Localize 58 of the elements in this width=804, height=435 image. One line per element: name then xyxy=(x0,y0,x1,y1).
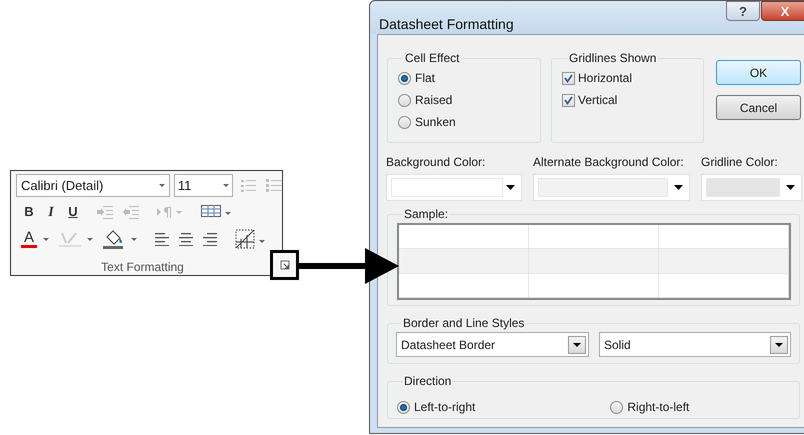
checkmark-icon xyxy=(564,96,573,104)
gridlines-icon[interactable] xyxy=(201,205,231,219)
group-title: Border and Line Styles xyxy=(402,315,526,332)
caret-icon[interactable] xyxy=(222,184,229,187)
align-left-icon[interactable] xyxy=(155,232,169,246)
checkmark-icon xyxy=(564,74,573,82)
help-button[interactable]: ? xyxy=(726,1,760,21)
checkbox[interactable] xyxy=(562,94,575,106)
radio-button[interactable] xyxy=(610,400,624,414)
caret-icon[interactable] xyxy=(87,238,93,240)
align-right-icon[interactable] xyxy=(203,232,217,246)
color-dropdown[interactable] xyxy=(533,174,690,201)
field-label: Alternate Background Color: xyxy=(533,154,685,171)
border-style-icon[interactable] xyxy=(235,229,265,249)
caret-icon[interactable] xyxy=(158,184,165,187)
style-dropdown[interactable]: Datasheet Border xyxy=(396,332,589,357)
dropdown-arrow-icon[interactable] xyxy=(674,185,683,190)
dropdown-arrow-icon[interactable] xyxy=(775,342,783,346)
radio-button[interactable] xyxy=(398,116,411,128)
caret-icon[interactable] xyxy=(131,238,137,240)
cancel-button[interactable]: Cancel xyxy=(716,95,801,120)
group-title: Direction xyxy=(403,373,452,390)
dialog-launcher-icon xyxy=(280,260,290,270)
radio-button[interactable] xyxy=(397,400,410,414)
radio-button[interactable] xyxy=(398,72,411,84)
caret-icon[interactable] xyxy=(43,238,49,240)
font-color-button[interactable]: A xyxy=(21,230,37,248)
checkbox-option[interactable]: Horizontal xyxy=(562,67,703,89)
radio-option[interactable]: Right-to-left xyxy=(610,396,690,418)
style-dropdown[interactable]: Solid xyxy=(599,332,791,357)
radio-option[interactable]: Flat xyxy=(398,67,540,89)
font-name-combobox[interactable]: Calibri (Detail) xyxy=(16,174,170,197)
bold-button[interactable]: B xyxy=(23,202,35,222)
underline-button[interactable]: U xyxy=(67,202,79,222)
ok-button[interactable]: OK xyxy=(716,60,801,85)
group-title: Gridlines Shown xyxy=(568,50,658,67)
radio-option[interactable]: Sunken xyxy=(398,111,540,133)
align-center-icon[interactable] xyxy=(179,232,193,246)
radio-option[interactable]: Raised xyxy=(398,89,540,111)
radio-option[interactable]: Left-to-right xyxy=(397,396,476,418)
color-dropdown[interactable] xyxy=(701,174,802,201)
field-label: Gridline Color: xyxy=(701,154,779,171)
dropdown-arrow-icon[interactable] xyxy=(506,185,515,190)
window-title: Datasheet Formatting xyxy=(379,15,514,34)
italic-button[interactable]: I xyxy=(45,202,57,222)
checkbox[interactable] xyxy=(562,72,575,84)
group-title: Cell Effect xyxy=(404,50,460,67)
dropdown-arrow-icon[interactable] xyxy=(786,185,795,190)
dropdown-arrow-icon[interactable] xyxy=(573,342,581,346)
checkbox-option[interactable]: Vertical xyxy=(562,89,703,111)
font-size-combobox[interactable]: 11 xyxy=(174,174,233,197)
field-label: Background Color: xyxy=(386,154,486,171)
launcher-button[interactable] xyxy=(270,250,299,280)
color-dropdown[interactable] xyxy=(386,174,522,201)
group-title: Sample: xyxy=(403,206,450,223)
fill-color-icon[interactable] xyxy=(103,229,125,249)
radio-button[interactable] xyxy=(398,94,411,106)
group-label: Text Formatting xyxy=(100,259,185,276)
